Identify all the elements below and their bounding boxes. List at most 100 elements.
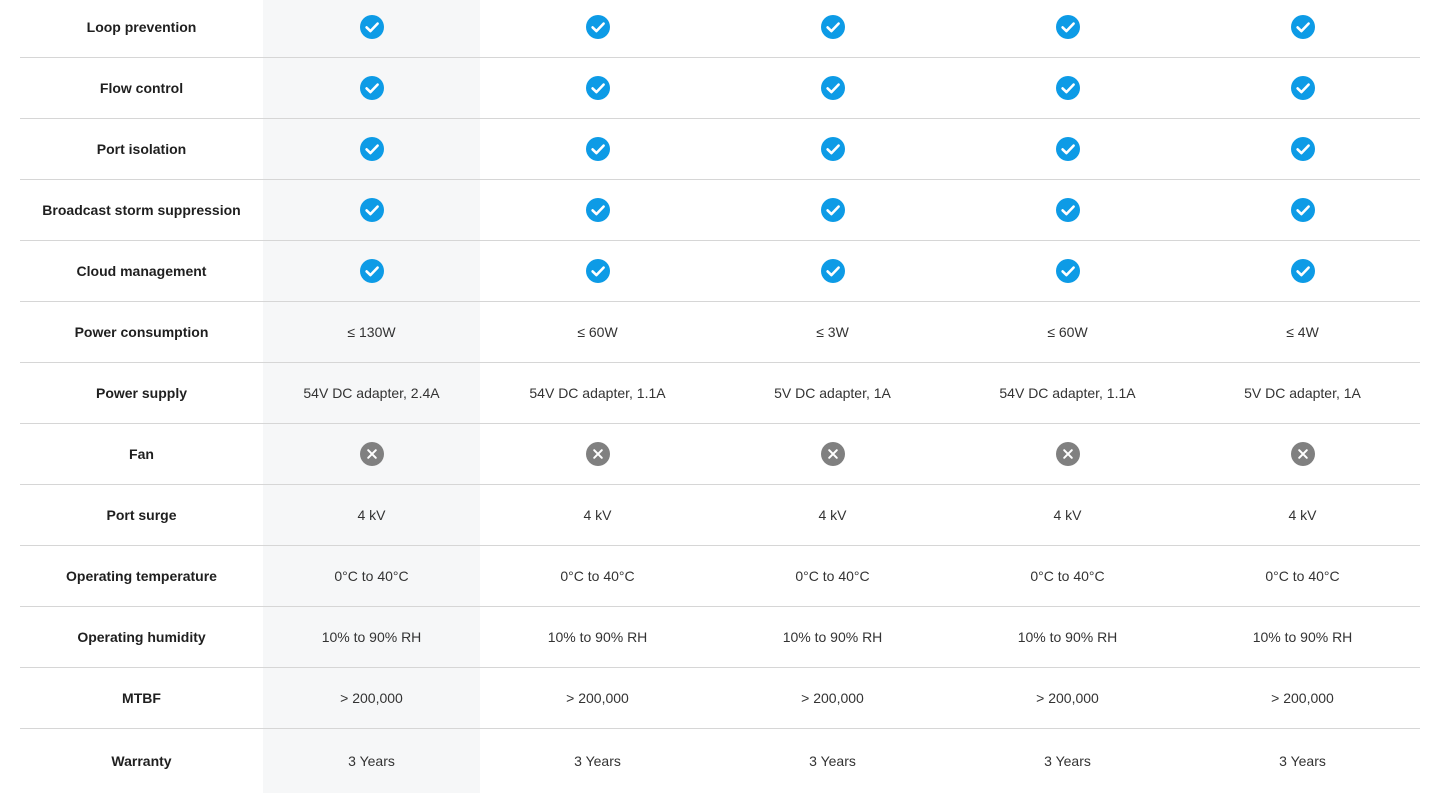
table-row-power-supply: Power supply 54V DC adapter, 2.4A 54V DC a…: [20, 363, 1420, 424]
table-cell: [1185, 180, 1420, 240]
row-label: Port surge: [106, 507, 177, 523]
row-label: Power consumption: [74, 324, 209, 340]
check-icon: [585, 259, 610, 283]
table-cell: 4 kV: [263, 485, 480, 545]
table-cell: ≤ 60W: [1047, 324, 1088, 340]
table-cell: [950, 58, 1185, 118]
check-icon: [1290, 15, 1315, 39]
table-cell: ≤ 3W: [816, 324, 849, 340]
row-label: Broadcast storm suppression: [42, 202, 241, 218]
table-row-broadcast-storm-suppression: Broadcast storm suppression: [20, 180, 1420, 241]
row-label: Loop prevention: [86, 19, 197, 35]
table-cell: 5V DC adapter, 1A: [774, 385, 891, 401]
table-cell: [263, 58, 480, 118]
check-icon: [820, 259, 845, 283]
table-cell: [263, 180, 480, 240]
table-cell: 10% to 90% RH: [1017, 629, 1118, 645]
table-cell: 10% to 90% RH: [547, 629, 648, 645]
table-cell: 10% to 90% RH: [263, 607, 480, 667]
table-cell: [715, 241, 950, 301]
table-cell: [1185, 119, 1420, 179]
table-cell: [480, 180, 715, 240]
table-cell: 3 Years: [574, 753, 621, 769]
row-label: Warranty: [111, 753, 172, 769]
table-cell: > 200,000: [263, 668, 480, 728]
table-cell: [950, 424, 1185, 484]
row-label: MTBF: [122, 690, 161, 706]
table-cell: 10% to 90% RH: [1252, 629, 1353, 645]
table-cell: 54V DC adapter, 2.4A: [263, 363, 480, 423]
check-icon: [1290, 198, 1315, 222]
check-icon: [820, 76, 845, 100]
table-cell: [480, 58, 715, 118]
table-cell: [480, 119, 715, 179]
check-icon: [1055, 259, 1080, 283]
table-cell: [480, 0, 715, 57]
table-cell: 4 kV: [583, 507, 612, 523]
table-cell: 0°C to 40°C: [795, 568, 870, 584]
table-row-loop-prevention: Loop prevention: [20, 0, 1420, 58]
check-icon: [359, 76, 384, 100]
table-cell: > 200,000: [801, 690, 864, 706]
table-cell: 0°C to 40°C: [263, 546, 480, 606]
check-icon: [1055, 76, 1080, 100]
table-cell: [950, 241, 1185, 301]
table-row-cloud-management: Cloud management: [20, 241, 1420, 302]
table-cell: ≤ 60W: [577, 324, 618, 340]
table-cell: [950, 119, 1185, 179]
table-cell: [1185, 58, 1420, 118]
table-row-power-consumption: Power consumption ≤ 130W ≤ 60W ≤ 3W ≤ 60W ≤ 4…: [20, 302, 1420, 363]
table-cell: [263, 424, 480, 484]
check-icon: [585, 137, 610, 161]
table-row-operating-temperature: Operating temperature 0°C to 40°C 0°C to 4…: [20, 546, 1420, 607]
check-icon: [820, 15, 845, 39]
check-icon: [585, 15, 610, 39]
table-cell: > 200,000: [1271, 690, 1334, 706]
table-row-flow-control: Flow control: [20, 58, 1420, 119]
table-row-mtbf: MTBF > 200,000 > 200,000 > 200,000 > 200,000…: [20, 668, 1420, 729]
table-cell: 4 kV: [1288, 507, 1317, 523]
check-icon: [1055, 15, 1080, 39]
table-row-port-surge: Port surge 4 kV 4 kV 4 kV 4 kV 4 kV: [20, 485, 1420, 546]
table-cell: [480, 424, 715, 484]
cross-icon: [820, 442, 845, 466]
table-cell: [263, 241, 480, 301]
table-cell: 4 kV: [1053, 507, 1082, 523]
table-cell: 54V DC adapter, 1.1A: [529, 385, 666, 401]
table-cell: 0°C to 40°C: [1030, 568, 1105, 584]
table-cell: 3 Years: [1044, 753, 1091, 769]
table-cell: 0°C to 40°C: [560, 568, 635, 584]
check-icon: [1290, 76, 1315, 100]
table-cell: > 200,000: [1036, 690, 1099, 706]
table-cell: [263, 0, 480, 57]
table-cell: [1185, 0, 1420, 57]
table-cell: [950, 0, 1185, 57]
row-label: Cloud management: [76, 263, 207, 279]
row-label: Fan: [129, 446, 154, 462]
table-cell: 3 Years: [809, 753, 856, 769]
table-cell: ≤ 130W: [263, 302, 480, 362]
row-label: Port isolation: [96, 141, 187, 157]
table-cell: [263, 119, 480, 179]
spec-comparison-table: Loop prevention Flow control Port isolatio…: [20, 0, 1420, 793]
table-cell: [715, 180, 950, 240]
table-cell: 4 kV: [818, 507, 847, 523]
table-cell: [1185, 424, 1420, 484]
table-cell: 0°C to 40°C: [1265, 568, 1340, 584]
check-icon: [820, 198, 845, 222]
check-icon: [1290, 137, 1315, 161]
cross-icon: [359, 442, 384, 466]
table-cell: > 200,000: [566, 690, 629, 706]
check-icon: [359, 15, 384, 39]
row-label: Flow control: [99, 80, 184, 96]
check-icon: [1055, 198, 1080, 222]
cross-icon: [1290, 442, 1315, 466]
table-cell: 3 Years: [1279, 753, 1326, 769]
table-cell: ≤ 4W: [1286, 324, 1319, 340]
check-icon: [585, 198, 610, 222]
table-cell: 3 Years: [263, 729, 480, 793]
check-icon: [359, 198, 384, 222]
table-cell: 54V DC adapter, 1.1A: [999, 385, 1136, 401]
table-cell: [950, 180, 1185, 240]
table-cell: [1185, 241, 1420, 301]
